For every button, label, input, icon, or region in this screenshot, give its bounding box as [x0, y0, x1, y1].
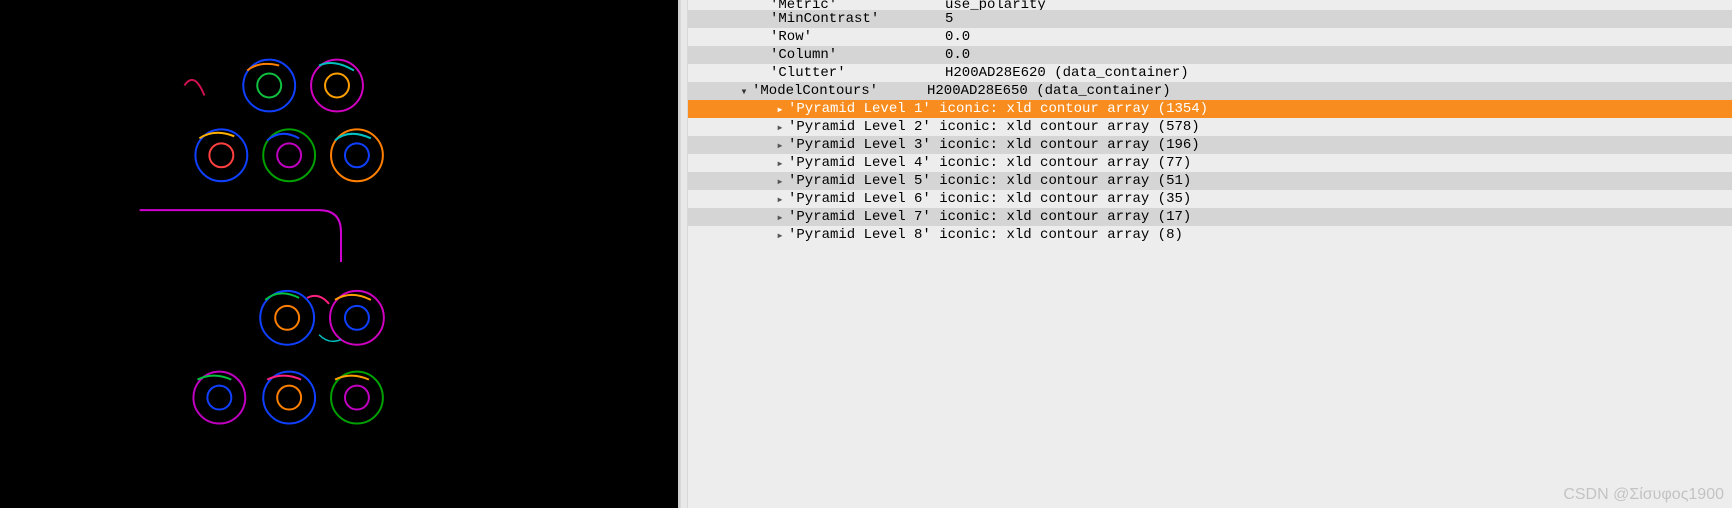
disclosure-triangle-right-icon[interactable]: ▸ [772, 191, 788, 207]
child-label: 'Pyramid Level 7' [788, 209, 931, 225]
param-value: 0.0 [945, 47, 970, 63]
pyramid-level-row-1[interactable]: ▸ 'Pyramid Level 1' iconic: xld contour … [688, 100, 1732, 118]
child-label: 'Pyramid Level 6' [788, 191, 931, 207]
child-detail: iconic: xld contour array (17) [939, 209, 1191, 225]
param-value: use_polarity [945, 0, 1046, 10]
child-label: 'Pyramid Level 3' [788, 137, 931, 153]
param-key: 'Row' [770, 29, 945, 45]
disclosure-triangle-down-icon[interactable]: ▾ [736, 83, 752, 99]
param-row-clutter[interactable]: 'Clutter' H200AD28E620 (data_container) [688, 64, 1732, 82]
disclosure-triangle-right-icon[interactable]: ▸ [772, 209, 788, 225]
pyramid-level-row-6[interactable]: ▸ 'Pyramid Level 6' iconic: xld contour … [688, 190, 1732, 208]
param-value: 5 [945, 11, 953, 27]
disclosure-triangle-right-icon[interactable]: ▸ [772, 173, 788, 189]
param-row-row[interactable]: 'Row' 0.0 [688, 28, 1732, 46]
param-row-metric[interactable]: 'Metric' use_polarity [688, 0, 1732, 10]
param-row-modelcontours[interactable]: ▾ 'ModelContours' H200AD28E650 (data_con… [688, 82, 1732, 100]
child-label: 'Pyramid Level 2' [788, 119, 931, 135]
param-key: 'Column' [770, 47, 945, 63]
pyramid-level-row-7[interactable]: ▸ 'Pyramid Level 7' iconic: xld contour … [688, 208, 1732, 226]
pane-splitter[interactable] [680, 0, 688, 508]
child-detail: iconic: xld contour array (8) [939, 227, 1183, 243]
param-key: 'Clutter' [770, 65, 945, 81]
disclosure-triangle-right-icon[interactable]: ▸ [772, 137, 788, 153]
param-value: 0.0 [945, 29, 970, 45]
variable-inspector-pane[interactable]: 'Metric' use_polarity 'MinContrast' 5 'R… [688, 0, 1732, 508]
disclosure-triangle-right-icon[interactable]: ▸ [772, 155, 788, 171]
child-detail: iconic: xld contour array (196) [939, 137, 1199, 153]
contour-svg [0, 0, 678, 508]
child-label: 'Pyramid Level 8' [788, 227, 931, 243]
watermark-text: CSDN @Σίσυφος1900 [1563, 486, 1724, 504]
child-label: 'Pyramid Level 4' [788, 155, 931, 171]
disclosure-triangle-right-icon[interactable]: ▸ [772, 119, 788, 135]
param-value: H200AD28E650 (data_container) [927, 83, 1171, 99]
disclosure-triangle-right-icon[interactable]: ▸ [772, 101, 788, 117]
disclosure-triangle-right-icon[interactable]: ▸ [772, 227, 788, 243]
pyramid-level-row-5[interactable]: ▸ 'Pyramid Level 5' iconic: xld contour … [688, 172, 1732, 190]
child-detail: iconic: xld contour array (51) [939, 173, 1191, 189]
pyramid-level-row-2[interactable]: ▸ 'Pyramid Level 2' iconic: xld contour … [688, 118, 1732, 136]
child-label: 'Pyramid Level 1' [788, 101, 931, 117]
param-value: H200AD28E620 (data_container) [945, 65, 1189, 81]
child-detail: iconic: xld contour array (1354) [939, 101, 1208, 117]
pyramid-level-row-3[interactable]: ▸ 'Pyramid Level 3' iconic: xld contour … [688, 136, 1732, 154]
child-detail: iconic: xld contour array (77) [939, 155, 1191, 171]
child-label: 'Pyramid Level 5' [788, 173, 931, 189]
contour-display-viewport[interactable] [0, 0, 680, 508]
pyramid-level-row-4[interactable]: ▸ 'Pyramid Level 4' iconic: xld contour … [688, 154, 1732, 172]
param-key: 'ModelContours' [752, 83, 927, 99]
param-key: 'MinContrast' [770, 11, 945, 27]
pyramid-level-row-8[interactable]: ▸ 'Pyramid Level 8' iconic: xld contour … [688, 226, 1732, 244]
param-row-mincontrast[interactable]: 'MinContrast' 5 [688, 10, 1732, 28]
param-key: 'Metric' [770, 0, 945, 10]
child-detail: iconic: xld contour array (578) [939, 119, 1199, 135]
child-detail: iconic: xld contour array (35) [939, 191, 1191, 207]
param-row-column[interactable]: 'Column' 0.0 [688, 46, 1732, 64]
